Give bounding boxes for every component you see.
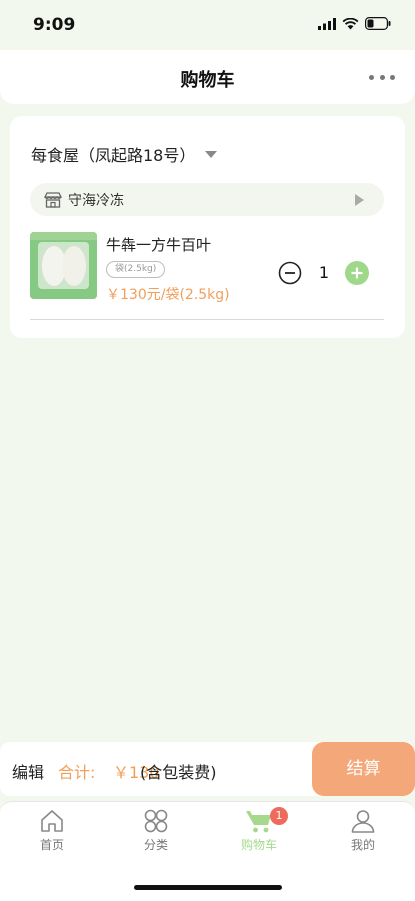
edit-button[interactable]: 编辑 <box>12 759 44 783</box>
product-image[interactable] <box>30 232 97 299</box>
decrease-quantity-button[interactable] <box>278 261 302 285</box>
status-bar: 9:09 <box>0 0 415 50</box>
store-name: 每食屋（凤起路18号） <box>31 146 196 165</box>
tab-home[interactable]: 首页 <box>7 808 97 853</box>
signal-icon <box>318 17 336 30</box>
checkout-bar: 编辑 合计: ￥130 (含包装费) 结算 <box>0 742 415 796</box>
wifi-icon <box>342 17 359 29</box>
shop-icon <box>44 191 62 208</box>
tab-cart[interactable]: 1 购物车 <box>214 807 304 853</box>
store-selector[interactable]: 每食屋（凤起路18号） <box>31 142 218 166</box>
shop-name: 守海冷冻 <box>68 192 124 209</box>
divider <box>30 319 384 320</box>
play-arrow-icon <box>355 194 364 206</box>
caret-down-icon <box>205 150 218 158</box>
product-price: ￥130元/袋(2.5kg) <box>106 287 230 303</box>
tab-label: 首页 <box>39 838 64 852</box>
cart-badge: 1 <box>270 807 288 825</box>
total-note: (含包装费) <box>140 763 217 782</box>
battery-icon <box>365 17 391 30</box>
home-icon <box>41 810 63 832</box>
status-icons <box>318 17 391 30</box>
checkout-button[interactable]: 结算 <box>312 742 415 796</box>
page-header: 购物车 <box>0 50 415 104</box>
status-time: 9:09 <box>33 15 76 35</box>
page-title: 购物车 <box>180 70 235 91</box>
home-indicator <box>134 885 282 890</box>
cart-card: 每食屋（凤起路18号） 守海冷冻 牛犇一方牛百叶 袋(2.5kg) ￥130元/… <box>10 116 405 338</box>
more-dots-icon <box>369 74 374 80</box>
category-icon <box>144 809 168 833</box>
more-dots-icon <box>390 74 395 80</box>
shop-bar[interactable]: 守海冷冻 <box>30 183 384 216</box>
tab-label: 分类 <box>143 838 168 852</box>
tab-category[interactable]: 分类 <box>111 808 201 853</box>
more-button[interactable] <box>369 70 395 84</box>
quantity-value: 1 <box>318 263 330 282</box>
more-dots-icon <box>379 74 385 80</box>
tab-profile[interactable]: 我的 <box>318 808 408 853</box>
cart-item: 牛犇一方牛百叶 袋(2.5kg) ￥130元/袋(2.5kg) 1 <box>30 230 384 303</box>
total-label: 合计: <box>58 763 96 782</box>
product-photo-icon <box>30 232 97 299</box>
cart-icon <box>246 811 271 833</box>
user-icon <box>351 810 375 833</box>
tab-label: 我的 <box>350 838 375 852</box>
product-name: 牛犇一方牛百叶 <box>106 236 212 254</box>
tab-label: 购物车 <box>240 838 277 852</box>
increase-quantity-button[interactable] <box>345 261 369 285</box>
spec-tag: 袋(2.5kg) <box>106 261 166 278</box>
